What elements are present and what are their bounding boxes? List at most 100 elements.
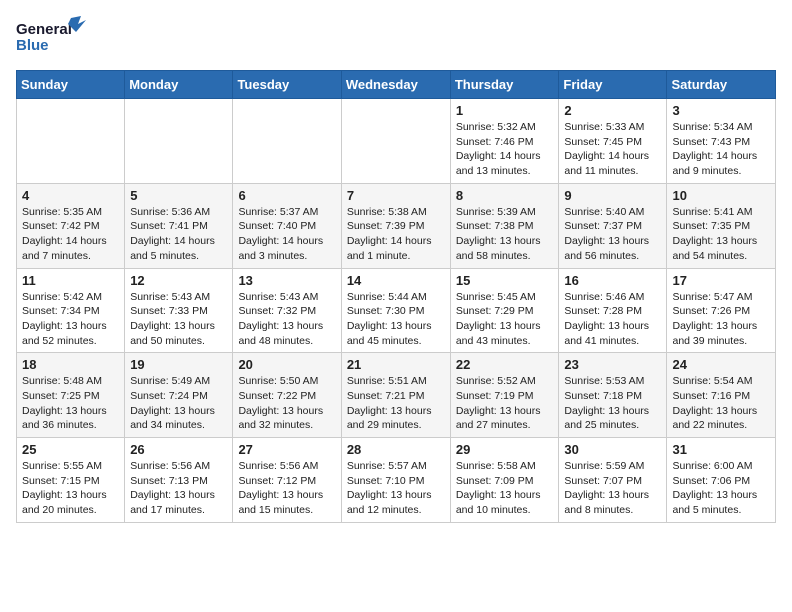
- day-of-week-header: Tuesday: [233, 71, 341, 99]
- day-number: 30: [564, 442, 661, 457]
- calendar-cell: 10 Sunrise: 5:41 AM Sunset: 7:35 PM Dayli…: [667, 183, 776, 268]
- calendar-cell: 17 Sunrise: 5:47 AM Sunset: 7:26 PM Dayli…: [667, 268, 776, 353]
- day-info: Sunrise: 5:59 AM Sunset: 7:07 PM Dayligh…: [564, 459, 661, 518]
- day-info: Sunrise: 5:41 AM Sunset: 7:35 PM Dayligh…: [672, 205, 770, 264]
- day-info: Sunrise: 5:54 AM Sunset: 7:16 PM Dayligh…: [672, 374, 770, 433]
- day-number: 21: [347, 357, 445, 372]
- day-number: 18: [22, 357, 119, 372]
- day-info: Sunrise: 5:48 AM Sunset: 7:25 PM Dayligh…: [22, 374, 119, 433]
- calendar-cell: 19 Sunrise: 5:49 AM Sunset: 7:24 PM Dayli…: [125, 353, 233, 438]
- day-number: 12: [130, 273, 227, 288]
- calendar-cell: 11 Sunrise: 5:42 AM Sunset: 7:34 PM Dayli…: [17, 268, 125, 353]
- day-info: Sunrise: 5:58 AM Sunset: 7:09 PM Dayligh…: [456, 459, 554, 518]
- day-number: 11: [22, 273, 119, 288]
- day-info: Sunrise: 5:40 AM Sunset: 7:37 PM Dayligh…: [564, 205, 661, 264]
- day-info: Sunrise: 5:32 AM Sunset: 7:46 PM Dayligh…: [456, 120, 554, 179]
- day-number: 1: [456, 103, 554, 118]
- day-number: 8: [456, 188, 554, 203]
- day-info: Sunrise: 5:37 AM Sunset: 7:40 PM Dayligh…: [238, 205, 335, 264]
- calendar-cell: 25 Sunrise: 5:55 AM Sunset: 7:15 PM Dayli…: [17, 438, 125, 523]
- calendar-cell: 22 Sunrise: 5:52 AM Sunset: 7:19 PM Dayli…: [450, 353, 559, 438]
- day-info: Sunrise: 5:47 AM Sunset: 7:26 PM Dayligh…: [672, 290, 770, 349]
- day-number: 27: [238, 442, 335, 457]
- day-number: 3: [672, 103, 770, 118]
- calendar-cell: 14Sunrise: 5:44 AM Sunset: 7:30 PM Dayli…: [341, 268, 450, 353]
- calendar-cell: 30 Sunrise: 5:59 AM Sunset: 7:07 PM Dayli…: [559, 438, 667, 523]
- day-of-week-header: Thursday: [450, 71, 559, 99]
- day-number: 6: [238, 188, 335, 203]
- calendar-cell: 15 Sunrise: 5:45 AM Sunset: 7:29 PM Dayli…: [450, 268, 559, 353]
- day-info: Sunrise: 5:45 AM Sunset: 7:29 PM Dayligh…: [456, 290, 554, 349]
- svg-text:Blue: Blue: [16, 37, 49, 54]
- logo: GeneralBlue: [16, 16, 86, 58]
- calendar-header-row: SundayMondayTuesdayWednesdayThursdayFrid…: [17, 71, 776, 99]
- day-info: Sunrise: 5:57 AM Sunset: 7:10 PM Dayligh…: [347, 459, 445, 518]
- calendar-cell: 16Sunrise: 5:46 AM Sunset: 7:28 PM Dayli…: [559, 268, 667, 353]
- day-number: 14: [347, 273, 445, 288]
- day-of-week-header: Friday: [559, 71, 667, 99]
- day-number: 4: [22, 188, 119, 203]
- calendar-cell: 7 Sunrise: 5:38 AM Sunset: 7:39 PM Daylig…: [341, 183, 450, 268]
- calendar-cell: [341, 99, 450, 184]
- day-number: 13: [238, 273, 335, 288]
- calendar-week-row: 1 Sunrise: 5:32 AM Sunset: 7:46 PM Daylig…: [17, 99, 776, 184]
- day-info: Sunrise: 5:55 AM Sunset: 7:15 PM Dayligh…: [22, 459, 119, 518]
- calendar-week-row: 25 Sunrise: 5:55 AM Sunset: 7:15 PM Dayli…: [17, 438, 776, 523]
- calendar-week-row: 11 Sunrise: 5:42 AM Sunset: 7:34 PM Dayli…: [17, 268, 776, 353]
- calendar-cell: 12 Sunrise: 5:43 AM Sunset: 7:33 PM Dayli…: [125, 268, 233, 353]
- calendar-cell: 28 Sunrise: 5:57 AM Sunset: 7:10 PM Dayli…: [341, 438, 450, 523]
- calendar-table: SundayMondayTuesdayWednesdayThursdayFrid…: [16, 70, 776, 523]
- page-header: GeneralBlue: [16, 16, 776, 58]
- day-info: Sunrise: 5:35 AM Sunset: 7:42 PM Dayligh…: [22, 205, 119, 264]
- day-info: Sunrise: 5:36 AM Sunset: 7:41 PM Dayligh…: [130, 205, 227, 264]
- calendar-cell: 8 Sunrise: 5:39 AM Sunset: 7:38 PM Daylig…: [450, 183, 559, 268]
- calendar-cell: 2 Sunrise: 5:33 AM Sunset: 7:45 PM Daylig…: [559, 99, 667, 184]
- day-info: Sunrise: 5:43 AM Sunset: 7:32 PM Dayligh…: [238, 290, 335, 349]
- day-number: 29: [456, 442, 554, 457]
- day-number: 25: [22, 442, 119, 457]
- calendar-cell: 21 Sunrise: 5:51 AM Sunset: 7:21 PM Dayli…: [341, 353, 450, 438]
- day-number: 19: [130, 357, 227, 372]
- day-of-week-header: Monday: [125, 71, 233, 99]
- day-number: 22: [456, 357, 554, 372]
- calendar-cell: 31 Sunrise: 6:00 AM Sunset: 7:06 PM Dayli…: [667, 438, 776, 523]
- day-number: 28: [347, 442, 445, 457]
- day-number: 20: [238, 357, 335, 372]
- day-number: 15: [456, 273, 554, 288]
- calendar-cell: 9 Sunrise: 5:40 AM Sunset: 7:37 PM Daylig…: [559, 183, 667, 268]
- day-number: 16: [564, 273, 661, 288]
- calendar-cell: 1 Sunrise: 5:32 AM Sunset: 7:46 PM Daylig…: [450, 99, 559, 184]
- calendar-week-row: 18 Sunrise: 5:48 AM Sunset: 7:25 PM Dayli…: [17, 353, 776, 438]
- day-info: Sunrise: 5:56 AM Sunset: 7:12 PM Dayligh…: [238, 459, 335, 518]
- day-number: 5: [130, 188, 227, 203]
- calendar-cell: 18 Sunrise: 5:48 AM Sunset: 7:25 PM Dayli…: [17, 353, 125, 438]
- day-number: 23: [564, 357, 661, 372]
- day-info: Sunrise: 5:56 AM Sunset: 7:13 PM Dayligh…: [130, 459, 227, 518]
- calendar-cell: 20Sunrise: 5:50 AM Sunset: 7:22 PM Dayli…: [233, 353, 341, 438]
- day-of-week-header: Wednesday: [341, 71, 450, 99]
- day-info: Sunrise: 5:43 AM Sunset: 7:33 PM Dayligh…: [130, 290, 227, 349]
- calendar-cell: 23Sunrise: 5:53 AM Sunset: 7:18 PM Dayli…: [559, 353, 667, 438]
- day-info: Sunrise: 5:49 AM Sunset: 7:24 PM Dayligh…: [130, 374, 227, 433]
- day-info: Sunrise: 6:00 AM Sunset: 7:06 PM Dayligh…: [672, 459, 770, 518]
- day-of-week-header: Sunday: [17, 71, 125, 99]
- day-number: 17: [672, 273, 770, 288]
- day-info: Sunrise: 5:52 AM Sunset: 7:19 PM Dayligh…: [456, 374, 554, 433]
- calendar-cell: 27 Sunrise: 5:56 AM Sunset: 7:12 PM Dayli…: [233, 438, 341, 523]
- calendar-cell: [17, 99, 125, 184]
- calendar-cell: 13 Sunrise: 5:43 AM Sunset: 7:32 PM Dayli…: [233, 268, 341, 353]
- day-info: Sunrise: 5:39 AM Sunset: 7:38 PM Dayligh…: [456, 205, 554, 264]
- day-info: Sunrise: 5:42 AM Sunset: 7:34 PM Dayligh…: [22, 290, 119, 349]
- day-info: Sunrise: 5:33 AM Sunset: 7:45 PM Dayligh…: [564, 120, 661, 179]
- day-number: 24: [672, 357, 770, 372]
- calendar-week-row: 4 Sunrise: 5:35 AM Sunset: 7:42 PM Daylig…: [17, 183, 776, 268]
- logo-svg: GeneralBlue: [16, 16, 86, 58]
- day-number: 31: [672, 442, 770, 457]
- day-number: 2: [564, 103, 661, 118]
- day-info: Sunrise: 5:38 AM Sunset: 7:39 PM Dayligh…: [347, 205, 445, 264]
- day-number: 9: [564, 188, 661, 203]
- day-number: 7: [347, 188, 445, 203]
- day-of-week-header: Saturday: [667, 71, 776, 99]
- day-info: Sunrise: 5:51 AM Sunset: 7:21 PM Dayligh…: [347, 374, 445, 433]
- day-number: 10: [672, 188, 770, 203]
